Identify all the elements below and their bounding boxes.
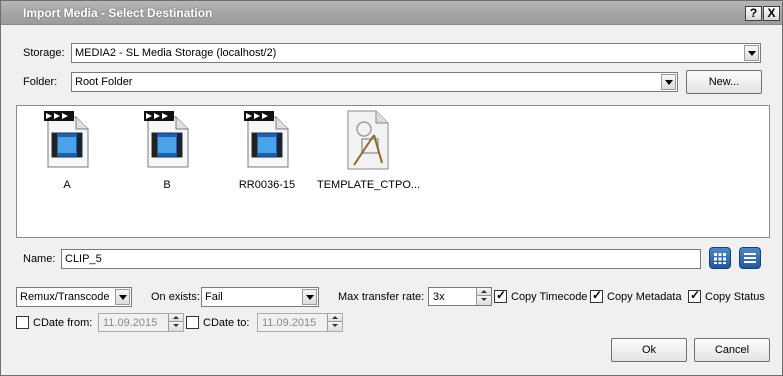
- file-name: B: [163, 179, 171, 191]
- stepper-down-icon[interactable]: [168, 322, 183, 331]
- file-name: A: [63, 179, 71, 191]
- cdate-from-label: CDate from:: [33, 317, 93, 329]
- cdate-from-input[interactable]: 11.09.2015: [98, 313, 184, 332]
- cdate-to-checkbox[interactable]: [186, 316, 199, 329]
- on-exists-label: On exists:: [151, 291, 200, 303]
- stepper-down-icon[interactable]: [476, 296, 491, 305]
- list-view-button[interactable]: [739, 247, 761, 269]
- max-transfer-rate-value: 3x: [433, 291, 445, 303]
- cdate-to-input[interactable]: 11.09.2015: [257, 313, 343, 332]
- max-transfer-rate-label: Max transfer rate:: [338, 291, 425, 303]
- file-name: TEMPLATE_CTPO...: [317, 179, 421, 191]
- grid-view-icon: [714, 253, 726, 264]
- copy-metadata-checkbox[interactable]: [590, 288, 603, 303]
- copy-status-label: Copy Status: [705, 291, 765, 303]
- list-view-icon: [744, 253, 756, 263]
- name-input[interactable]: CLIP_5: [61, 249, 701, 269]
- mode-value: Remux/Transcode: [20, 291, 110, 303]
- name-label: Name:: [23, 253, 56, 265]
- grid-view-button[interactable]: [709, 247, 731, 269]
- mode-dropdown[interactable]: Remux/Transcode: [16, 287, 132, 307]
- chevron-down-icon[interactable]: [115, 289, 130, 305]
- copy-status-checkbox[interactable]: [688, 288, 701, 303]
- cdate-to-value: 11.09.2015: [262, 317, 317, 329]
- name-value: CLIP_5: [65, 253, 102, 265]
- stepper-up-icon[interactable]: [327, 314, 342, 322]
- file-item[interactable]: B: [117, 109, 217, 191]
- stepper-up-icon[interactable]: [168, 314, 183, 322]
- file-item[interactable]: A: [17, 109, 117, 191]
- file-name: RR0036-15: [238, 179, 296, 191]
- folder-value: Root Folder: [75, 76, 133, 88]
- on-exists-value: Fail: [205, 291, 223, 303]
- chevron-down-icon[interactable]: [661, 74, 676, 90]
- folder-label: Folder:: [23, 76, 58, 88]
- close-button[interactable]: X: [763, 6, 780, 21]
- cdate-from-checkbox[interactable]: [16, 316, 29, 329]
- file-browser-panel[interactable]: A B RR0036-15 TEMPLATE_CTPO...: [16, 105, 770, 238]
- max-transfer-rate-stepper[interactable]: 3x: [428, 287, 492, 306]
- cancel-button[interactable]: Cancel: [694, 338, 770, 362]
- stepper-up-icon[interactable]: [476, 288, 491, 296]
- title-bar[interactable]: Import Media - Select Destination ? X: [1, 1, 782, 25]
- storage-dropdown[interactable]: MEDIA2 - SL Media Storage (localhost/2): [71, 43, 761, 63]
- on-exists-dropdown[interactable]: Fail: [201, 287, 319, 307]
- chevron-down-icon[interactable]: [744, 45, 759, 61]
- chevron-down-icon[interactable]: [302, 289, 317, 305]
- video-file-icon: [42, 109, 92, 171]
- template-file-icon: [342, 109, 392, 171]
- file-item[interactable]: RR0036-15: [217, 109, 317, 191]
- video-file-icon: [142, 109, 192, 171]
- new-folder-button[interactable]: New...: [686, 70, 762, 94]
- cdate-from-value: 11.09.2015: [103, 317, 158, 329]
- video-file-icon: [242, 109, 292, 171]
- import-media-dialog: Import Media - Select Destination ? X St…: [0, 0, 783, 376]
- window-title: Import Media - Select Destination: [23, 6, 213, 20]
- copy-timecode-label: Copy Timecode: [511, 291, 588, 303]
- ok-button[interactable]: Ok: [611, 338, 687, 362]
- copy-timecode-checkbox[interactable]: [494, 288, 507, 303]
- folder-dropdown[interactable]: Root Folder: [71, 72, 678, 92]
- help-button[interactable]: ?: [745, 6, 762, 21]
- file-item[interactable]: TEMPLATE_CTPO...: [317, 109, 421, 191]
- storage-label: Storage:: [23, 47, 65, 59]
- copy-metadata-label: Copy Metadata: [607, 291, 682, 303]
- storage-value: MEDIA2 - SL Media Storage (localhost/2): [75, 47, 277, 59]
- stepper-down-icon[interactable]: [327, 322, 342, 331]
- cdate-to-label: CDate to:: [203, 317, 250, 329]
